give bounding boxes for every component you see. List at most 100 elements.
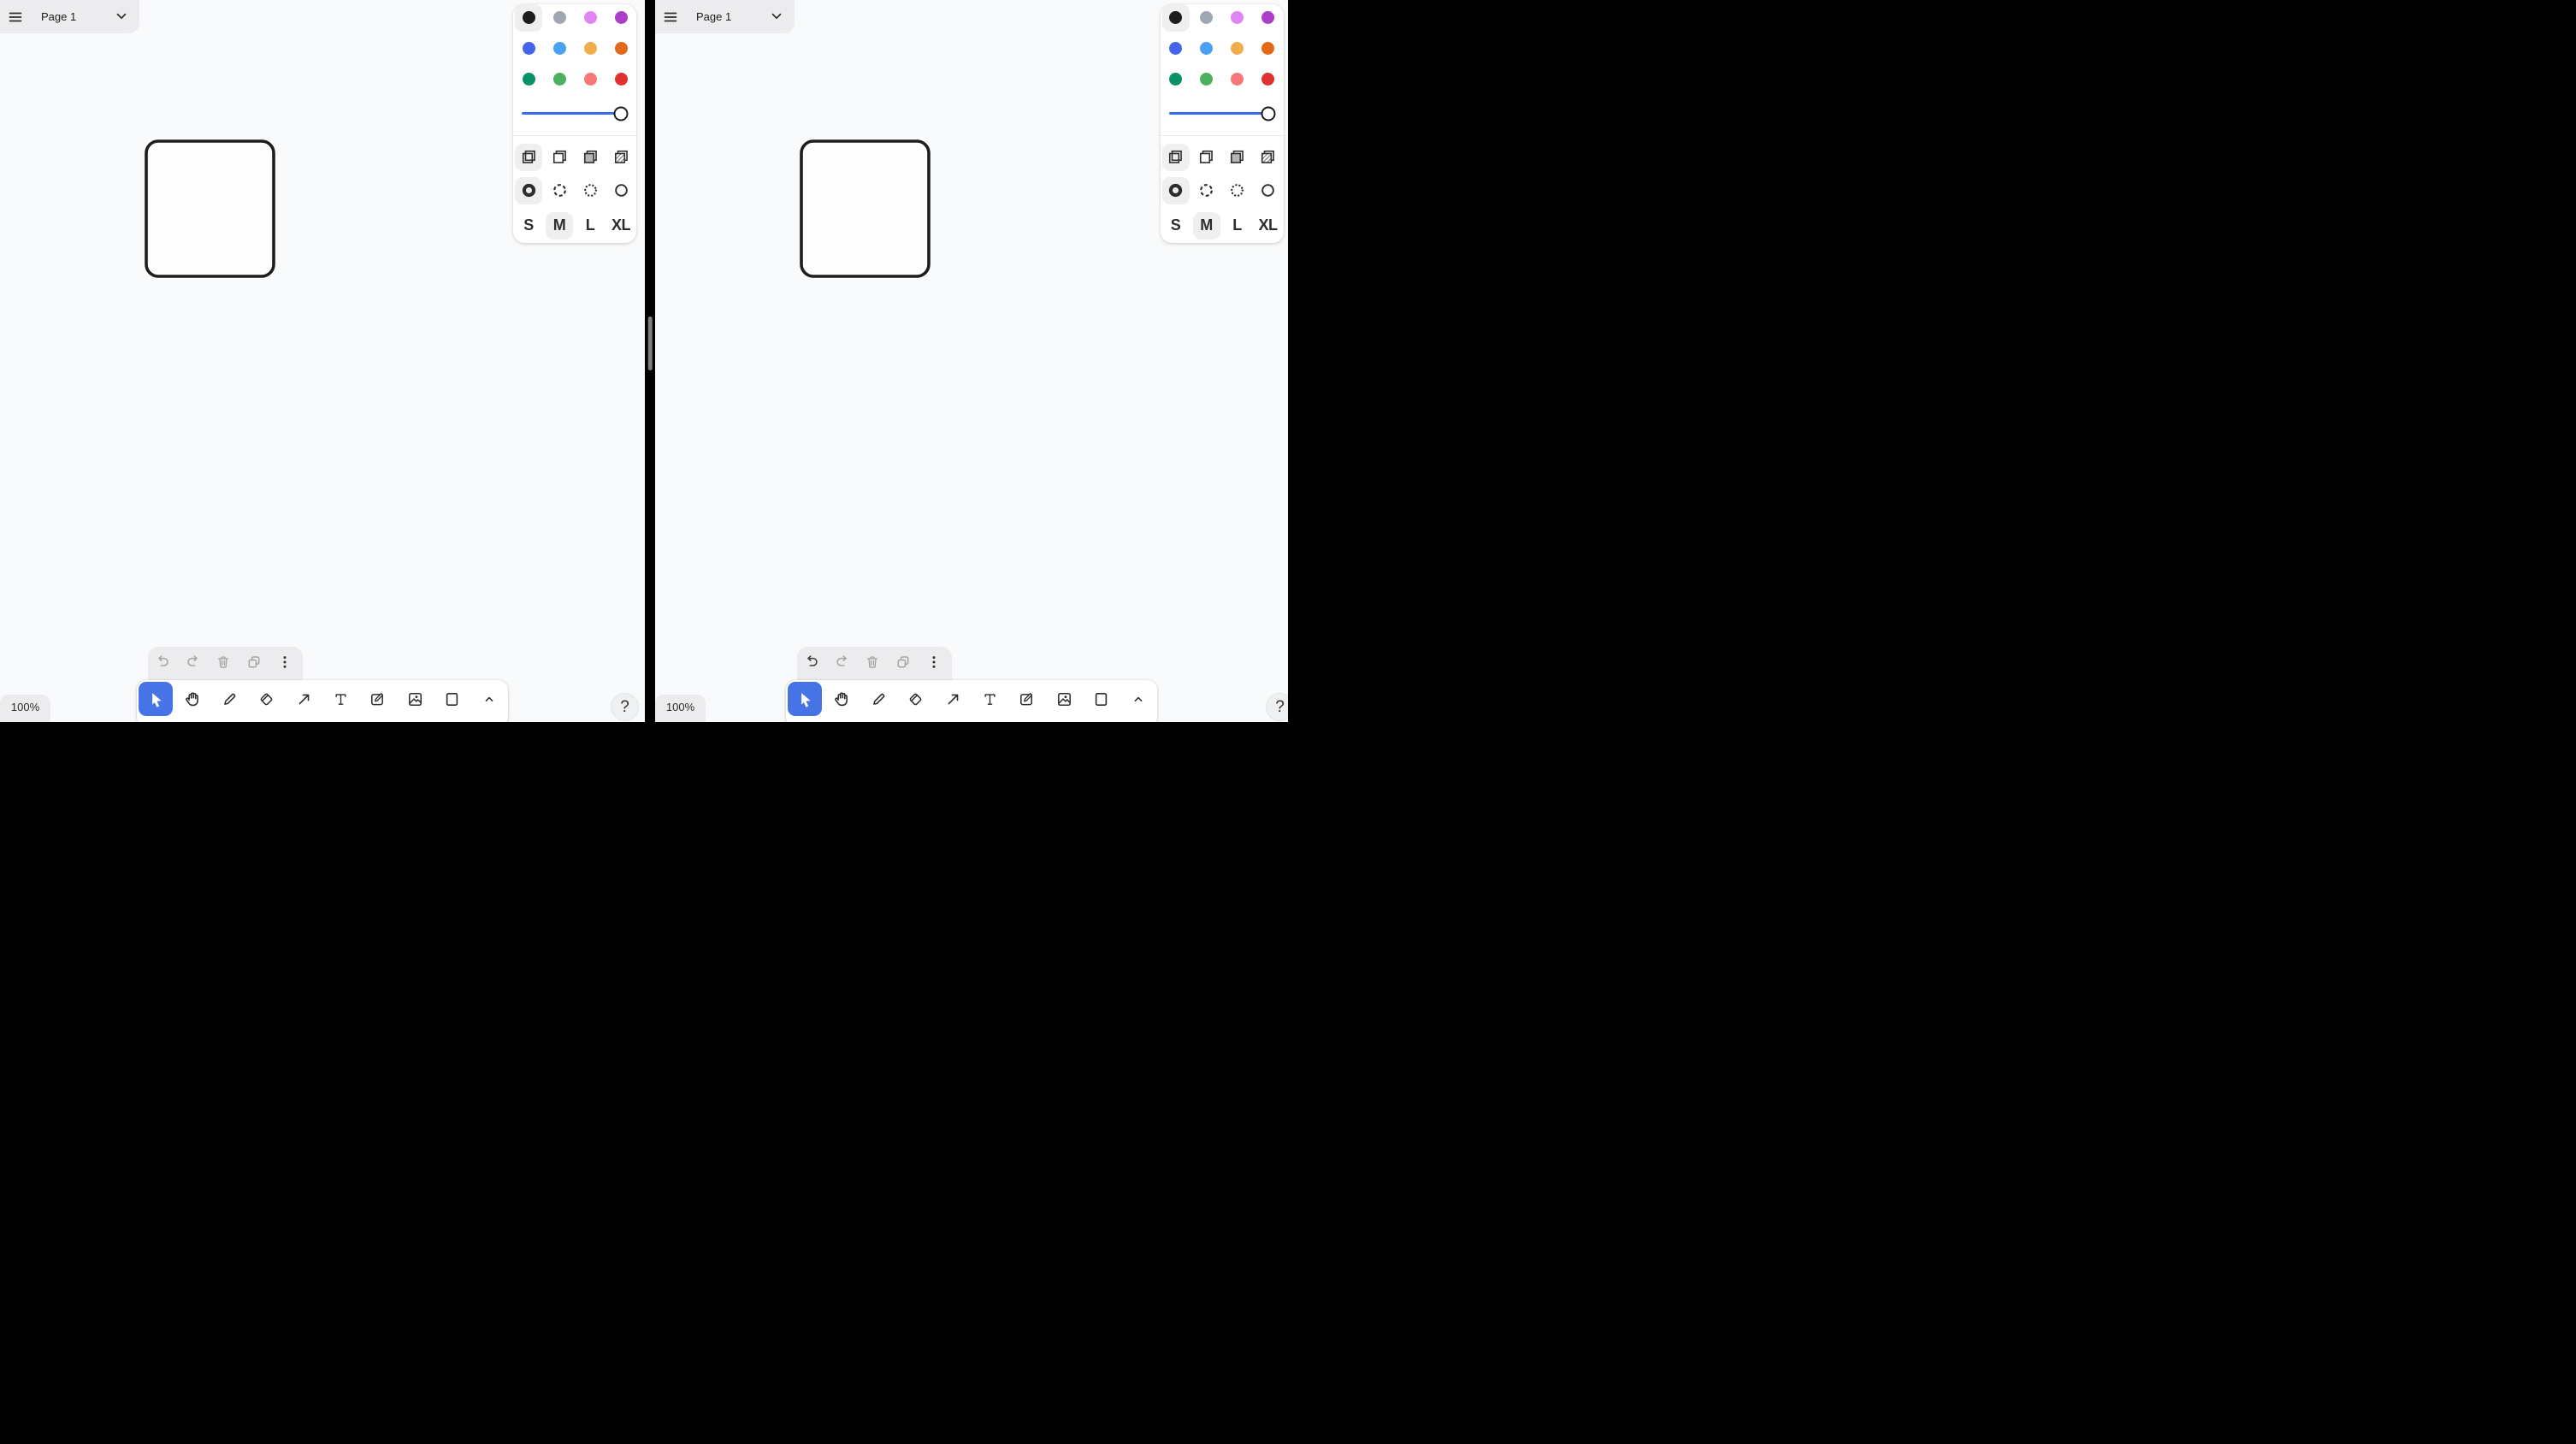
divider-drag-handle[interactable] (648, 317, 653, 370)
fill-style-button-semi[interactable] (1193, 144, 1220, 171)
toolbar (786, 680, 1157, 722)
shape-rectangle[interactable] (143, 138, 277, 280)
tool-select-select[interactable] (139, 682, 173, 716)
color-swatch-violet[interactable] (607, 4, 635, 32)
color-swatch-grey[interactable] (1193, 4, 1220, 32)
color-swatch-green[interactable] (515, 66, 542, 93)
tool-text-text[interactable] (973, 682, 1007, 716)
color-swatch-yellow[interactable] (1224, 35, 1251, 62)
dash-style-button-dotted[interactable] (1224, 177, 1251, 204)
tool-more-tools-more-tools[interactable] (472, 682, 506, 716)
tool-eraser-eraser[interactable] (899, 682, 933, 716)
tool-asset-asset[interactable] (1047, 682, 1081, 716)
fill-style-button-semi[interactable] (546, 144, 573, 171)
color-swatch-red[interactable] (607, 66, 635, 93)
size-label: XL (612, 216, 630, 234)
dash-style-button-solid[interactable] (1255, 177, 1282, 204)
bottom-toolbar-group (786, 647, 1157, 722)
fill-style-button-none[interactable] (515, 144, 542, 171)
redo-button-redo[interactable] (180, 649, 206, 675)
color-swatch-light-green[interactable] (546, 66, 573, 93)
dash-style-button-draw[interactable] (1162, 177, 1190, 204)
color-swatch-yellow[interactable] (576, 35, 604, 62)
tool-arrow-arrow[interactable] (936, 682, 970, 716)
dash-style-button-solid[interactable] (607, 177, 635, 204)
main-menu-button[interactable] (662, 6, 683, 27)
dash-style-button-draw[interactable] (515, 177, 542, 204)
color-swatch-light-red[interactable] (1224, 66, 1251, 93)
tool-arrow-arrow[interactable] (287, 682, 321, 716)
tool-note-note[interactable] (1010, 682, 1044, 716)
undo-button-undo[interactable] (799, 649, 824, 675)
tool-more-tools-more-tools[interactable] (1121, 682, 1155, 716)
color-swatch-light-green[interactable] (1193, 66, 1220, 93)
tool-rectangle-rectangle[interactable] (435, 682, 470, 716)
tool-select-select[interactable] (788, 682, 822, 716)
size-button-large[interactable]: L (576, 212, 604, 240)
fill-style-button-pattern[interactable] (607, 144, 635, 171)
main-menu-button[interactable] (7, 6, 28, 27)
color-swatch-blue[interactable] (1162, 35, 1190, 62)
color-swatch-orange[interactable] (1255, 35, 1282, 62)
color-swatch-red[interactable] (1255, 66, 1282, 93)
dash-style-button-dashed[interactable] (1193, 177, 1220, 204)
help-button[interactable]: ? (1266, 693, 1288, 721)
size-button-small[interactable]: S (515, 212, 542, 240)
color-swatch-light-blue[interactable] (1193, 35, 1220, 62)
tool-note-note[interactable] (361, 682, 395, 716)
canvas-panel[interactable]: Page 1 (655, 0, 1288, 722)
undo-button-undo[interactable] (150, 649, 175, 675)
color-swatch-violet[interactable] (1255, 4, 1282, 32)
size-button-xlarge[interactable]: XL (607, 212, 635, 240)
duplicate-button-duplicate[interactable] (890, 649, 916, 675)
color-swatch-light-violet[interactable] (576, 4, 604, 32)
page-menu-trigger[interactable]: Page 1 (689, 2, 790, 32)
color-dot (1169, 73, 1182, 86)
fill-style-button-none[interactable] (1162, 144, 1190, 171)
delete-button-delete[interactable] (211, 649, 237, 675)
zoom-indicator[interactable]: 100% (655, 695, 706, 722)
redo-button-redo[interactable] (830, 649, 855, 675)
color-swatch-light-violet[interactable] (1224, 4, 1251, 32)
color-swatch-grey[interactable] (546, 4, 573, 32)
shape-rectangle[interactable] (798, 138, 932, 280)
color-swatch-orange[interactable] (607, 35, 635, 62)
tool-eraser-eraser[interactable] (250, 682, 284, 716)
zoom-indicator[interactable]: 100% (0, 695, 50, 722)
size-button-xlarge[interactable]: XL (1255, 212, 1282, 240)
size-button-large[interactable]: L (1224, 212, 1251, 240)
size-button-small[interactable]: S (1162, 212, 1190, 240)
color-swatch-black[interactable] (515, 4, 542, 32)
delete-button-delete[interactable] (860, 649, 886, 675)
dash-style-button-dashed[interactable] (546, 177, 573, 204)
fill-style-button-solid[interactable] (1224, 144, 1251, 171)
page-menu-trigger[interactable]: Page 1 (34, 2, 135, 32)
help-button[interactable]: ? (611, 693, 639, 721)
more-menu-button-menu[interactable] (921, 649, 947, 675)
opacity-slider-knob[interactable] (614, 106, 629, 121)
tool-rectangle-rectangle[interactable] (1084, 682, 1119, 716)
size-button-medium[interactable]: M (1193, 212, 1220, 240)
fill-style-button-solid[interactable] (576, 144, 604, 171)
tool-draw-draw[interactable] (862, 682, 896, 716)
dash-style-button-dotted[interactable] (576, 177, 604, 204)
tool-hand-hand[interactable] (175, 682, 210, 716)
canvas-panel[interactable]: Page 1 (0, 0, 645, 722)
color-swatch-green[interactable] (1162, 66, 1190, 93)
tool-asset-asset[interactable] (398, 682, 432, 716)
style-panel: S M L XL (513, 4, 636, 243)
tool-draw-draw[interactable] (213, 682, 247, 716)
tool-hand-hand[interactable] (824, 682, 859, 716)
duplicate-button-duplicate[interactable] (241, 649, 267, 675)
tool-text-text[interactable] (324, 682, 358, 716)
opacity-slider-knob[interactable] (1261, 106, 1275, 121)
opacity-slider[interactable] (1161, 105, 1284, 122)
color-swatch-blue[interactable] (515, 35, 542, 62)
color-swatch-light-blue[interactable] (546, 35, 573, 62)
more-menu-button-menu[interactable] (272, 649, 298, 675)
fill-style-button-pattern[interactable] (1255, 144, 1282, 171)
color-swatch-black[interactable] (1162, 4, 1190, 32)
size-button-medium[interactable]: M (546, 212, 573, 240)
color-swatch-light-red[interactable] (576, 66, 604, 93)
opacity-slider[interactable] (513, 105, 636, 122)
